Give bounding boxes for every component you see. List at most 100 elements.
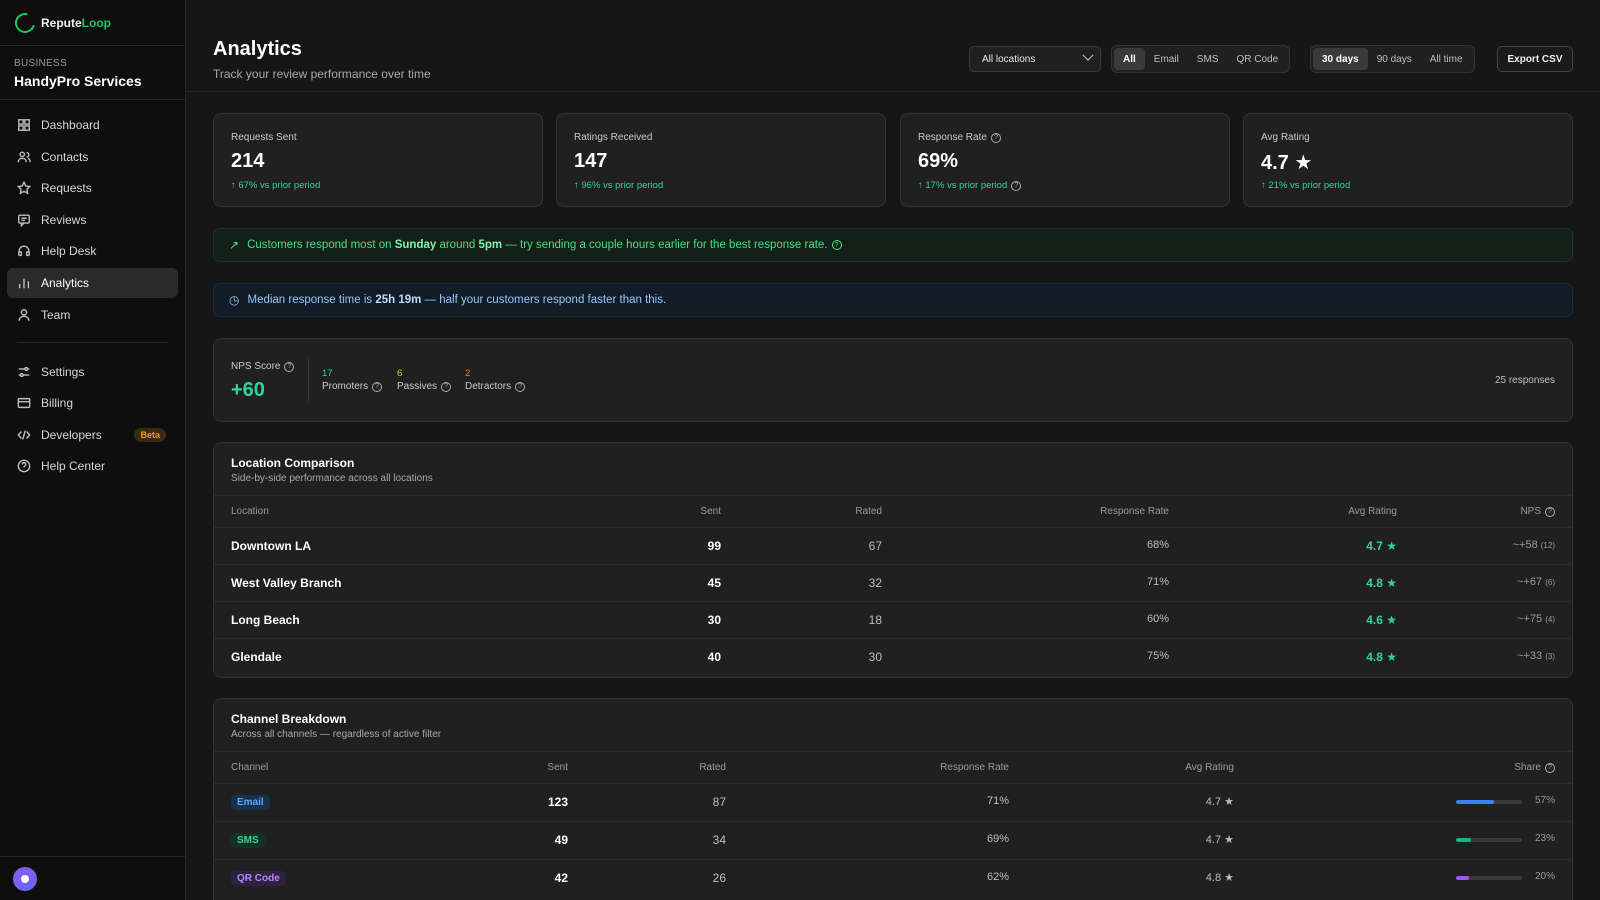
insight-text: Median response time is 25h 19m — half y… [247, 294, 667, 306]
help-circle-icon[interactable]: ? [1011, 180, 1022, 191]
app-logo[interactable]: ReputeLoop [0, 0, 185, 46]
sidebar-item-billing[interactable]: Billing [7, 388, 178, 418]
table-row[interactable]: West Valley Branch 45 32 71% 4.8 ★ ~+67 … [214, 564, 1572, 601]
channel-filter-all[interactable]: All [1114, 48, 1145, 70]
help-circle-icon[interactable]: ? [990, 132, 1001, 143]
channel-breakdown-card: Channel Breakdown Across all channels — … [213, 698, 1573, 900]
help-icon [17, 459, 31, 473]
median-response-insight: ◷ Median response time is 25h 19m — half… [213, 283, 1573, 317]
sliders-icon [18, 366, 30, 377]
stat-value: 69% [918, 150, 959, 172]
column-header: Sent [700, 506, 721, 517]
sidebar: ReputeLoop BUSINESS HandyPro Services Da… [0, 0, 186, 900]
sidebar-item-settings[interactable]: Settings [7, 357, 178, 387]
stat-label: Response Rate? [918, 132, 1001, 143]
sidebar-item-label: Help Center [41, 459, 106, 474]
main-content: Analytics Track your review performance … [186, 0, 1600, 900]
code-icon [17, 430, 31, 440]
logo-ring-icon [11, 8, 39, 37]
section-title: Channel Breakdown [231, 712, 347, 726]
location-comparison-card: Location Comparison Side-by-side perform… [213, 442, 1573, 678]
nps-detractors: 2 Detractors? [465, 368, 526, 392]
help-circle-icon[interactable]: ? [284, 361, 295, 372]
stat-value: 4.7 ★ [1261, 152, 1313, 174]
channel-filter-qr-code[interactable]: QR Code [1227, 48, 1287, 70]
channel-filter-email[interactable]: Email [1145, 48, 1188, 70]
sidebar-item-team[interactable]: Team [7, 300, 178, 330]
channel-filter-sms[interactable]: SMS [1188, 48, 1228, 70]
user-menu [0, 856, 186, 900]
share-bar-fill [1456, 838, 1472, 842]
nps-promoters: 17 Promoters? [322, 368, 383, 392]
sidebar-item-label: Reviews [41, 212, 87, 227]
channel-pill-qr-code: QR Code [231, 871, 286, 886]
stat-delta: ↑ 17% vs prior period? [918, 180, 1022, 191]
table-row[interactable]: SMS 49 34 69% 4.7 ★ 23% [214, 821, 1572, 859]
stat-label: Requests Sent [231, 132, 297, 143]
nps-value: +60 [231, 379, 265, 401]
sidebar-item-requests[interactable]: Requests [7, 173, 178, 203]
channel-filter: All Email SMS QR Code [1111, 45, 1291, 73]
headset-icon [18, 245, 30, 257]
user-icon [18, 308, 30, 321]
sidebar-item-label: Contacts [41, 149, 89, 164]
sidebar-item-dashboard[interactable]: Dashboard [7, 110, 178, 140]
range-all-time[interactable]: All time [1421, 48, 1472, 70]
users-icon [17, 151, 31, 162]
page-header: Analytics Track your review performance … [186, 0, 1600, 92]
page-title: Analytics [213, 38, 302, 60]
stat-card-response-rate: Response Rate? 69% ↑ 17% vs prior period… [900, 113, 1230, 207]
table-row[interactable]: Downtown LA 99 67 68% 4.7 ★ ~+58 (12) [214, 527, 1572, 564]
column-header: Share? [1514, 762, 1555, 773]
table-row[interactable]: Glendale 40 30 75% 4.8 ★ ~+33 (3) [214, 638, 1572, 675]
business-switcher[interactable]: BUSINESS HandyPro Services [0, 46, 185, 100]
sidebar-item-label: Help Desk [41, 244, 97, 259]
share-bar [1456, 838, 1522, 842]
sidebar-item-contacts[interactable]: Contacts [7, 142, 178, 172]
sidebar-item-analytics[interactable]: Analytics [7, 267, 178, 298]
help-circle-icon[interactable]: ? [831, 240, 842, 250]
location-select-value: All locations [982, 53, 1036, 65]
sidebar-item-help-desk[interactable]: Help Desk [7, 236, 178, 266]
stat-delta: ↑ 21% vs prior period [1261, 180, 1351, 191]
stat-value: 214 [231, 150, 265, 172]
table-row[interactable]: Email 123 87 71% 4.7 ★ 57% [214, 783, 1572, 821]
nav-divider [17, 341, 168, 343]
column-header: Avg Rating [1185, 762, 1234, 773]
help-circle-icon[interactable]: ? [1545, 762, 1555, 773]
sidebar-item-label: Team [41, 307, 71, 322]
column-header: Avg Rating [1348, 506, 1397, 517]
help-circle-icon[interactable]: ? [441, 381, 452, 392]
sidebar-item-reviews[interactable]: Reviews [7, 205, 178, 235]
range-30-days[interactable]: 30 days [1313, 48, 1368, 70]
range-90-days[interactable]: 90 days [1368, 48, 1421, 70]
export-csv-button[interactable]: Export CSV [1497, 46, 1573, 72]
sidebar-nav: Dashboard Contacts Requests Reviews Help… [0, 100, 185, 493]
stat-card-ratings-received: Ratings Received 147 ↑ 96% vs prior peri… [556, 113, 886, 207]
avatar[interactable] [13, 867, 37, 891]
logo-text: ReputeLoop [41, 15, 111, 30]
best-time-insight: ↗ Customers respond most on Sunday aroun… [213, 228, 1573, 262]
page-subtitle: Track your review performance over time [213, 67, 431, 81]
sidebar-item-help-center[interactable]: Help Center [7, 451, 178, 481]
table-row[interactable]: QR Code 42 26 62% 4.8 ★ 20% [214, 859, 1572, 897]
location-select[interactable]: All locations [969, 46, 1101, 72]
table-row[interactable]: Long Beach 30 18 60% 4.6 ★ ~+75 (4) [214, 601, 1572, 638]
stat-label: Ratings Received [574, 132, 653, 143]
sidebar-item-developers[interactable]: Developers Beta [7, 420, 178, 450]
divider [214, 751, 1572, 752]
sidebar-item-label: Analytics [41, 275, 90, 290]
channel-pill-sms: SMS [231, 833, 265, 848]
help-circle-icon[interactable]: ? [372, 381, 383, 392]
column-header: Rated [699, 762, 726, 773]
help-circle-icon[interactable]: ? [515, 381, 526, 392]
card-icon [17, 398, 31, 409]
clock-icon: ◷ [229, 293, 240, 307]
column-header: Location [231, 506, 269, 517]
sidebar-item-label: Dashboard [41, 118, 100, 132]
grid-icon [18, 119, 30, 131]
message-icon [18, 214, 30, 227]
column-header: Response Rate [1100, 506, 1169, 517]
help-circle-icon[interactable]: ? [1545, 506, 1555, 517]
sidebar-item-label: Developers [41, 427, 102, 442]
